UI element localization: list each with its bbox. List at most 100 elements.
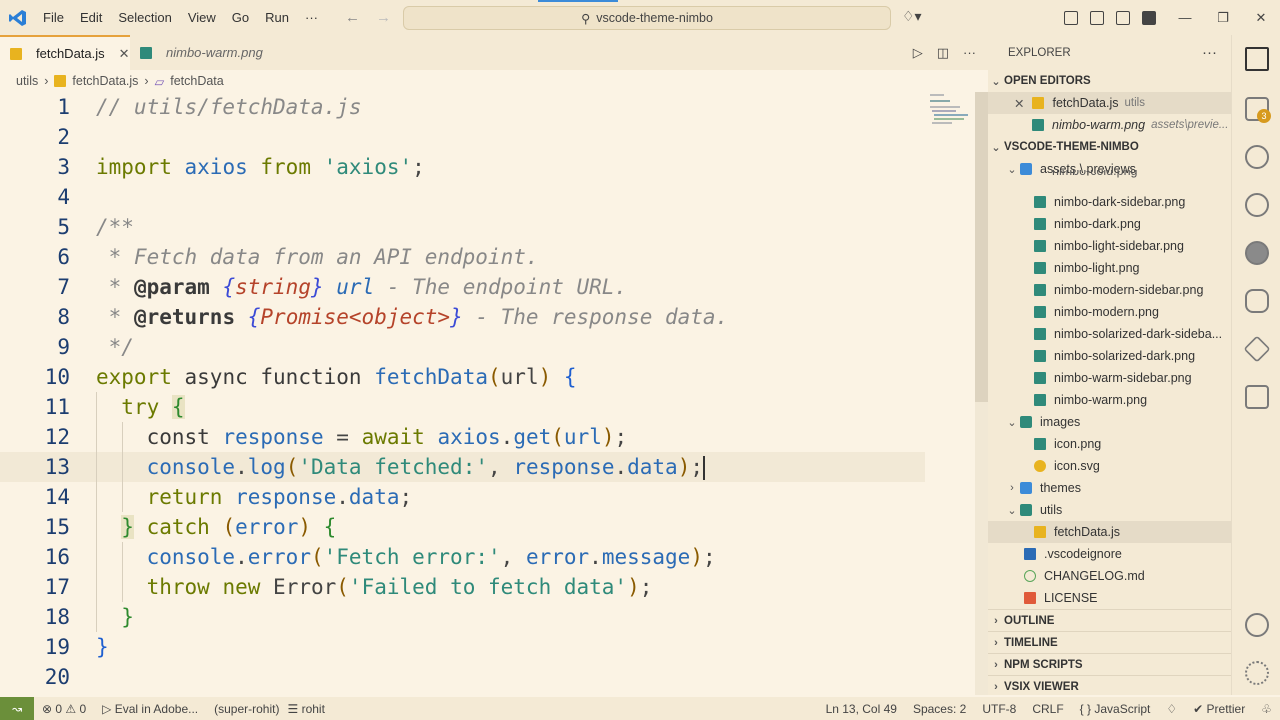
file-item-selected[interactable]: fetchData.js [988,521,1231,543]
file-item[interactable]: nimbo-solarized-dark.png [988,345,1231,367]
toggle-primary-sidebar-icon[interactable] [1090,10,1104,25]
section-open-editors[interactable]: ⌄ OPEN EDITORS [988,70,1231,92]
close-icon[interactable]: ✕ [119,46,130,62]
copilot-icon[interactable]: ♢▾ [902,8,922,25]
section-project[interactable]: ⌄ VSCODE-THEME-NIMBO [988,136,1231,158]
back-arrow-icon[interactable]: ← [345,9,360,26]
section-vsix-viewer[interactable]: › VSIX VIEWER [988,675,1231,697]
file-item[interactable]: nimbo-modern.png [988,301,1231,323]
folder-images[interactable]: ⌄ images [988,411,1231,433]
image-file-icon [1034,372,1046,384]
menu-selection[interactable]: Selection [110,0,179,35]
explorer-icon[interactable] [1232,35,1280,83]
folder-utils[interactable]: ⌄ utils [988,499,1231,521]
code-line: 17 throw new Error('Failed to fetch data… [0,572,925,602]
split-editor-icon[interactable]: ◫ [937,45,949,61]
menu-view[interactable]: View [180,0,224,35]
code-editor[interactable]: 1// utils/fetchData.js 2 3 import axios f… [0,92,975,695]
open-editor-item[interactable]: nimbo-warm.png assets\previe... [988,114,1231,136]
extensions-icon[interactable]: 3 [1232,85,1280,133]
file-item[interactable]: nimbo-warm.png [988,389,1231,411]
file-item[interactable]: .vscodeignore [988,543,1231,565]
code-line: 20 [0,662,925,692]
file-item[interactable]: nimbo-solarized-dark-sideba... [988,323,1231,345]
database-icon[interactable] [1232,277,1280,325]
breadcrumb-file[interactable]: fetchData.js [72,74,138,88]
editor-scrollbar[interactable] [975,92,988,695]
file-item[interactable]: nimbo-dark-sidebar.png [988,191,1231,213]
search-icon[interactable] [1232,133,1280,181]
encoding[interactable]: UTF-8 [974,702,1024,716]
file-item[interactable]: nimbo-warm-sidebar.png [988,367,1231,389]
more-actions-icon[interactable]: ··· [963,45,976,60]
file-item[interactable]: CHANGELOG.md [988,565,1231,587]
folder-themes[interactable]: › themes [988,477,1231,499]
command-center-search[interactable]: ⚲ vscode-theme-nimbo [403,6,891,30]
breadcrumb: utils › fetchData.js › ▱ fetchData [0,70,988,92]
image-file-icon [1034,328,1046,340]
customize-layout-icon[interactable] [1064,10,1078,25]
source-control-icon[interactable] [1232,229,1280,277]
indent-guide [122,542,123,602]
file-item[interactable]: LICENSE [988,587,1231,609]
file-name: icon.png [1054,437,1102,451]
user-status[interactable]: (super-rohit) [206,702,287,716]
close-window-icon[interactable]: ✕ [1242,0,1280,35]
file-item[interactable]: nimbo-dark.png [988,213,1231,235]
menu-edit[interactable]: Edit [72,0,110,35]
remote-icon[interactable]: ↝ [0,697,34,720]
copilot-status-icon[interactable]: ♢ [1158,702,1185,716]
file-item[interactable]: icon.png [988,433,1231,455]
language-mode[interactable]: { } JavaScript [1072,702,1159,716]
breadcrumb-folder[interactable]: utils [16,74,38,88]
image-file-icon [1034,284,1046,296]
minimap[interactable] [928,92,974,132]
line-number: 13 [44,455,70,479]
layers-icon[interactable] [1232,325,1280,373]
thunder-client-icon[interactable] [1232,181,1280,229]
breadcrumb-symbol[interactable]: fetchData [170,74,224,88]
file-item[interactable]: icon.svg [988,455,1231,477]
cursor-position[interactable]: Ln 13, Col 49 [818,702,905,716]
changelog-file-icon [1024,570,1036,582]
chevron-down-icon: ⌄ [991,141,1001,154]
tab-nimbo-warm[interactable]: nimbo-warm.png [130,35,278,70]
menu-go[interactable]: Go [224,0,257,35]
menu-more[interactable]: ··· [297,0,326,35]
section-timeline[interactable]: › TIMELINE [988,631,1231,653]
file-item[interactable]: nimbo-cold.png [988,170,1231,182]
scrollbar-thumb[interactable] [975,92,988,402]
account-icon[interactable] [1232,601,1280,649]
prettier-status[interactable]: ✔ Prettier [1185,702,1253,716]
gear-icon[interactable] [1232,649,1280,697]
problems-status[interactable]: ⊗ 0 ⚠ 0 [34,702,94,716]
close-icon[interactable]: ✕ [1014,96,1024,111]
menu-file[interactable]: File [35,0,72,35]
run-debug-icon[interactable] [1232,373,1280,421]
more-icon[interactable]: ··· [1202,44,1217,61]
restore-icon[interactable]: ❐ [1204,0,1242,35]
line-number: 2 [57,125,70,149]
image-file-icon [140,46,152,59]
run-icon[interactable]: ▷ [913,45,923,61]
file-item[interactable]: nimbo-light.png [988,257,1231,279]
file-item[interactable]: nimbo-light-sidebar.png [988,235,1231,257]
menu-run[interactable]: Run [257,0,297,35]
terminal-status[interactable]: ☰ rohit [287,702,332,716]
minimize-icon[interactable]: — [1166,0,1204,35]
notifications-icon[interactable]: ♧ [1253,702,1280,716]
line-number: 9 [57,335,70,359]
section-npm-scripts[interactable]: › NPM SCRIPTS [988,653,1231,675]
line-ending[interactable]: CRLF [1024,702,1071,716]
open-editor-item[interactable]: ✕ fetchData.js utils [988,92,1231,114]
tab-fetchdata[interactable]: fetchData.js ✕ [0,35,130,70]
section-label: VSCODE-THEME-NIMBO [1004,141,1139,153]
js-file-icon [1034,526,1046,538]
indentation[interactable]: Spaces: 2 [905,702,974,716]
eval-status[interactable]: ▷ Eval in Adobe... [94,702,206,716]
forward-arrow-icon[interactable]: → [376,9,391,26]
toggle-secondary-sidebar-icon[interactable] [1142,10,1156,25]
section-outline[interactable]: › OUTLINE [988,609,1231,631]
file-item[interactable]: nimbo-modern-sidebar.png [988,279,1231,301]
toggle-panel-icon[interactable] [1116,10,1130,25]
